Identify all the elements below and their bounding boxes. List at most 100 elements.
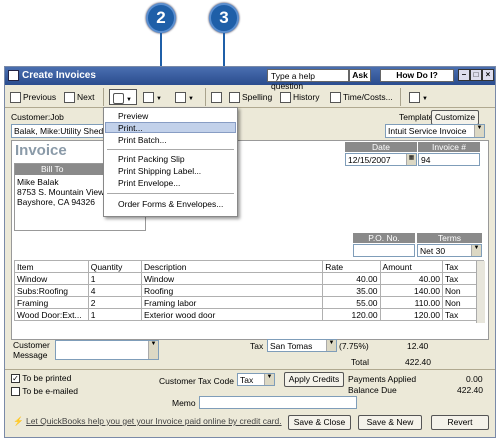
description-cell[interactable]: Framing labor bbox=[140, 296, 324, 309]
help-question-input[interactable]: Type a help question bbox=[267, 69, 349, 91]
customer-job-value: Balak, Mike:Utility Shed bbox=[14, 126, 104, 136]
menu-item-preview[interactable]: Preview bbox=[118, 111, 148, 121]
tax-item-dropdown[interactable]: San Tomas ▼ bbox=[267, 339, 337, 352]
amount-cell[interactable]: 120.00 bbox=[379, 308, 444, 321]
email-icon bbox=[143, 92, 154, 104]
description-cell[interactable]: Window bbox=[140, 272, 324, 285]
rate-cell[interactable]: 120.00 bbox=[322, 308, 381, 321]
print-dropdown-button[interactable]: ▼ bbox=[109, 89, 137, 105]
time-costs-button[interactable]: Time/Costs... bbox=[330, 89, 393, 105]
rate-cell[interactable]: 55.00 bbox=[322, 296, 381, 309]
date-field[interactable]: 12/15/2007 ▦ bbox=[345, 153, 417, 166]
chevron-down-icon: ▼ bbox=[422, 96, 428, 102]
terms-dropdown[interactable]: Net 30 ▼ bbox=[417, 244, 482, 257]
online-payment-link[interactable]: ⚡ Let QuickBooks help you get your Invoi… bbox=[13, 416, 282, 427]
to-be-emailed-checkbox[interactable]: To be e-mailed bbox=[11, 386, 78, 397]
spelling-button[interactable]: Spelling bbox=[229, 89, 272, 105]
memo-field[interactable] bbox=[199, 396, 357, 409]
apply-credits-button[interactable]: Apply Credits bbox=[284, 372, 344, 387]
tax-rate: (7.75%) bbox=[339, 341, 369, 351]
bill-to-label: Bill To bbox=[41, 164, 64, 174]
email-dropdown-button[interactable]: ▼ bbox=[143, 89, 162, 105]
terms-value: Net 30 bbox=[420, 246, 446, 256]
menu-item-print-batch[interactable]: Print Batch... bbox=[118, 135, 167, 145]
time-costs-label: Time/Costs... bbox=[343, 92, 393, 102]
table-row[interactable]: Wood Door:Ext... 1 Exterior wood door 12… bbox=[14, 308, 484, 321]
find-icon bbox=[211, 92, 222, 104]
description-cell[interactable]: Exterior wood door bbox=[140, 308, 324, 321]
how-do-i-button[interactable]: How Do I? bbox=[380, 69, 454, 82]
menu-item-order-forms[interactable]: Order Forms & Envelopes... bbox=[118, 199, 223, 209]
tax-amount: 12.40 bbox=[407, 341, 429, 351]
letters-icon bbox=[409, 92, 420, 104]
calendar-icon[interactable]: ▦ bbox=[406, 154, 416, 165]
letters-dropdown-button[interactable]: ▼ bbox=[409, 89, 428, 105]
balance-due-amount: 422.40 bbox=[457, 385, 483, 395]
table-scrollbar[interactable] bbox=[476, 261, 485, 323]
close-button[interactable]: × bbox=[482, 69, 494, 81]
table-row[interactable]: Window 1 Window 40.00 40.00 Tax bbox=[14, 272, 484, 285]
restore-button[interactable]: □ bbox=[470, 69, 482, 81]
po-field[interactable] bbox=[353, 244, 415, 257]
item-cell[interactable]: Window bbox=[14, 272, 89, 285]
table-row[interactable]: Subs:Roofing 4 Roofing 35.00 140.00 Non bbox=[14, 284, 484, 297]
po-header: P.O. No. bbox=[353, 233, 415, 243]
credit-card-icon: ⚡ bbox=[13, 416, 24, 426]
save-and-new-button[interactable]: Save & New bbox=[358, 415, 422, 430]
memo-label: Memo bbox=[172, 398, 196, 408]
table-header-row: Item Quantity Description Rate Amount Ta… bbox=[14, 260, 484, 273]
customer-message-dropdown[interactable]: ▼ bbox=[55, 340, 159, 360]
spelling-icon bbox=[229, 92, 240, 104]
quantity-cell[interactable]: 4 bbox=[87, 284, 142, 297]
title-bar: Create Invoices Type a help question Ask… bbox=[5, 67, 495, 91]
quantity-cell[interactable]: 2 bbox=[87, 296, 142, 309]
callout-3: 3 bbox=[209, 3, 239, 33]
checkbox-icon bbox=[11, 387, 20, 397]
menu-separator bbox=[107, 193, 234, 194]
item-cell[interactable]: Wood Door:Ext... bbox=[14, 308, 89, 321]
rate-cell[interactable]: 35.00 bbox=[322, 284, 381, 297]
column-header: Amount bbox=[379, 260, 444, 273]
save-and-close-button[interactable]: Save & Close bbox=[288, 415, 351, 430]
amount-cell[interactable]: 110.00 bbox=[379, 296, 444, 309]
menu-item-print-shipping-label[interactable]: Print Shipping Label... bbox=[118, 166, 201, 176]
ask-button[interactable]: Ask bbox=[349, 69, 371, 82]
customize-button[interactable]: Customize bbox=[431, 110, 479, 125]
next-button[interactable]: Next bbox=[64, 89, 94, 105]
history-button[interactable]: History bbox=[280, 89, 319, 105]
customer-tax-code-dropdown[interactable]: Tax ▼ bbox=[237, 373, 275, 386]
online-payment-link-text: Let QuickBooks help you get your Invoice… bbox=[25, 416, 282, 426]
menu-item-print-packing-slip[interactable]: Print Packing Slip bbox=[118, 154, 185, 164]
menu-item-print-envelope[interactable]: Print Envelope... bbox=[118, 178, 180, 188]
rate-cell[interactable]: 40.00 bbox=[322, 272, 381, 285]
to-be-emailed-label: To be e-mailed bbox=[22, 386, 78, 396]
ship-dropdown-button[interactable]: ▼ bbox=[175, 89, 194, 105]
revert-button[interactable]: Revert bbox=[431, 415, 489, 430]
template-dropdown[interactable]: Intuit Service Invoice ▼ bbox=[385, 124, 485, 138]
chevron-down-icon: ▼ bbox=[474, 125, 484, 137]
invoice-number-field[interactable]: 94 bbox=[418, 153, 480, 166]
customer-message-label-line2: Message bbox=[13, 350, 48, 360]
tax-label: Tax bbox=[250, 341, 264, 351]
table-row[interactable]: Framing 2 Framing labor 55.00 110.00 Non bbox=[14, 296, 484, 309]
time-costs-icon bbox=[330, 92, 341, 104]
description-cell[interactable]: Roofing bbox=[140, 284, 324, 297]
previous-button[interactable]: Previous bbox=[10, 89, 56, 105]
menu-item-print[interactable]: Print... bbox=[118, 123, 143, 133]
item-cell[interactable]: Subs:Roofing bbox=[14, 284, 89, 297]
date-header: Date bbox=[345, 142, 417, 152]
to-be-printed-checkbox[interactable]: ✓ To be printed bbox=[11, 373, 71, 384]
template-value: Intuit Service Invoice bbox=[388, 126, 467, 136]
total-amount: 422.40 bbox=[405, 357, 431, 367]
amount-cell[interactable]: 40.00 bbox=[379, 272, 444, 285]
minimize-button[interactable]: – bbox=[458, 69, 470, 81]
item-cell[interactable]: Framing bbox=[14, 296, 89, 309]
chevron-down-icon: ▼ bbox=[148, 341, 158, 359]
payments-applied-label: Payments Applied bbox=[348, 374, 417, 384]
invoice-number-header: Invoice # bbox=[418, 142, 480, 152]
find-button[interactable] bbox=[211, 89, 224, 105]
customer-message-label-line1: Customer bbox=[13, 340, 50, 350]
quantity-cell[interactable]: 1 bbox=[87, 272, 142, 285]
quantity-cell[interactable]: 1 bbox=[87, 308, 142, 321]
amount-cell[interactable]: 140.00 bbox=[379, 284, 444, 297]
